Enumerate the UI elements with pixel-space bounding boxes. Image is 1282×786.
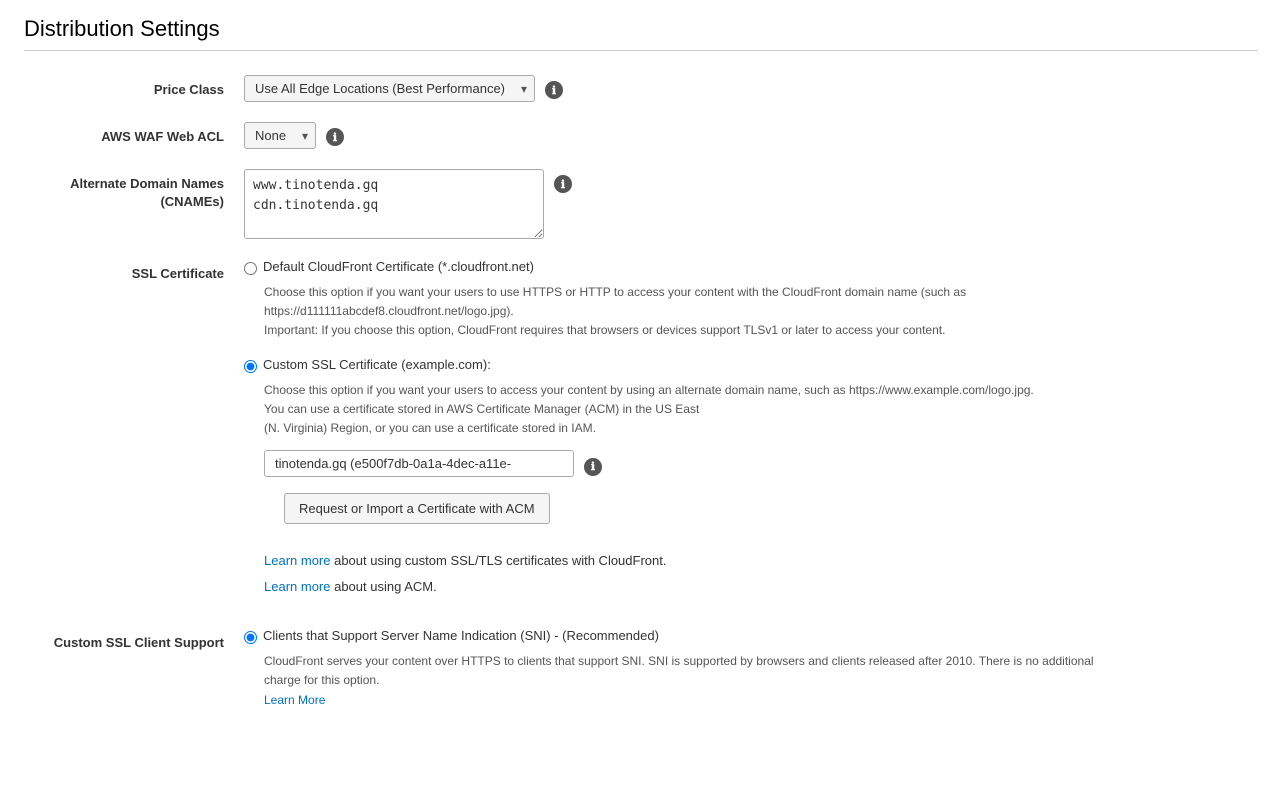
sni-learn-more-link[interactable]: Learn More <box>264 693 325 707</box>
custom-cert-radio[interactable] <box>244 360 257 373</box>
learn-more-cert-link[interactable]: Learn more <box>264 553 330 568</box>
cert-input-row: ℹ <box>264 450 1258 477</box>
default-cert-label[interactable]: Default CloudFront Certificate (*.cloudf… <box>263 259 534 274</box>
cnames-textarea[interactable]: www.tinotenda.gq cdn.tinotenda.gq <box>244 169 544 239</box>
learn-more-acm-text: about using ACM. <box>330 579 436 594</box>
price-class-info-icon[interactable]: ℹ <box>545 81 563 99</box>
waf-acl-label: AWS WAF Web ACL <box>24 122 244 146</box>
cnames-label: Alternate Domain Names (CNAMEs) <box>24 169 244 211</box>
price-class-control: Use All Edge Locations (Best Performance… <box>244 75 1258 102</box>
custom-ssl-client-label: Custom SSL Client Support <box>24 628 244 652</box>
default-cert-description: Choose this option if you want your user… <box>264 283 1094 341</box>
waf-acl-select[interactable]: None <box>244 122 316 149</box>
request-cert-button[interactable]: Request or Import a Certificate with ACM <box>284 493 550 524</box>
cnames-info-icon[interactable]: ℹ <box>554 175 572 193</box>
sni-description: CloudFront serves your content over HTTP… <box>264 652 1094 710</box>
cnames-row: Alternate Domain Names (CNAMEs) www.tino… <box>24 169 1258 239</box>
learn-more-acm-link[interactable]: Learn more <box>264 579 330 594</box>
custom-cert-description: Choose this option if you want your user… <box>264 381 1094 439</box>
sni-radio[interactable] <box>244 631 257 644</box>
custom-ssl-client-section: Clients that Support Server Name Indicat… <box>244 628 1258 710</box>
price-class-select[interactable]: Use All Edge Locations (Best Performance… <box>244 75 535 102</box>
cnames-control: www.tinotenda.gq cdn.tinotenda.gq ℹ <box>244 169 1258 239</box>
page-title: Distribution Settings <box>24 16 1258 42</box>
learn-more-cert-anchor[interactable]: Learn more <box>264 553 330 568</box>
price-class-row: Price Class Use All Edge Locations (Best… <box>24 75 1258 102</box>
cert-input[interactable] <box>264 450 574 477</box>
custom-ssl-client-row: Custom SSL Client Support Clients that S… <box>24 628 1258 710</box>
waf-acl-control: None ℹ <box>244 122 1258 149</box>
waf-acl-row: AWS WAF Web ACL None ℹ <box>24 122 1258 149</box>
custom-cert-label[interactable]: Custom SSL Certificate (example.com): <box>263 357 491 372</box>
waf-acl-info-icon[interactable]: ℹ <box>326 128 344 146</box>
ssl-cert-row: SSL Certificate Default CloudFront Certi… <box>24 259 1258 608</box>
custom-cert-option: Custom SSL Certificate (example.com): <box>244 357 1258 373</box>
price-class-label: Price Class <box>24 75 244 99</box>
cert-input-info-icon[interactable]: ℹ <box>584 458 602 476</box>
page-container: Distribution Settings Price Class Use Al… <box>0 0 1282 786</box>
learn-more-acm-anchor[interactable]: Learn more <box>264 579 330 594</box>
sni-option: Clients that Support Server Name Indicat… <box>244 628 1258 644</box>
learn-more-cert-text: about using custom SSL/TLS certificates … <box>330 553 666 568</box>
sni-label[interactable]: Clients that Support Server Name Indicat… <box>263 628 659 643</box>
default-cert-option: Default CloudFront Certificate (*.cloudf… <box>244 259 1258 275</box>
ssl-cert-label: SSL Certificate <box>24 259 244 283</box>
learn-more-block: Learn more about using custom SSL/TLS ce… <box>264 548 1258 600</box>
ssl-cert-control: Default CloudFront Certificate (*.cloudf… <box>244 259 1258 608</box>
ssl-section: Default CloudFront Certificate (*.cloudf… <box>244 259 1258 608</box>
custom-ssl-client-control: Clients that Support Server Name Indicat… <box>244 628 1258 710</box>
waf-acl-dropdown-wrapper[interactable]: None <box>244 122 316 149</box>
section-divider <box>24 50 1258 51</box>
default-cert-radio[interactable] <box>244 262 257 275</box>
price-class-dropdown-wrapper[interactable]: Use All Edge Locations (Best Performance… <box>244 75 535 102</box>
